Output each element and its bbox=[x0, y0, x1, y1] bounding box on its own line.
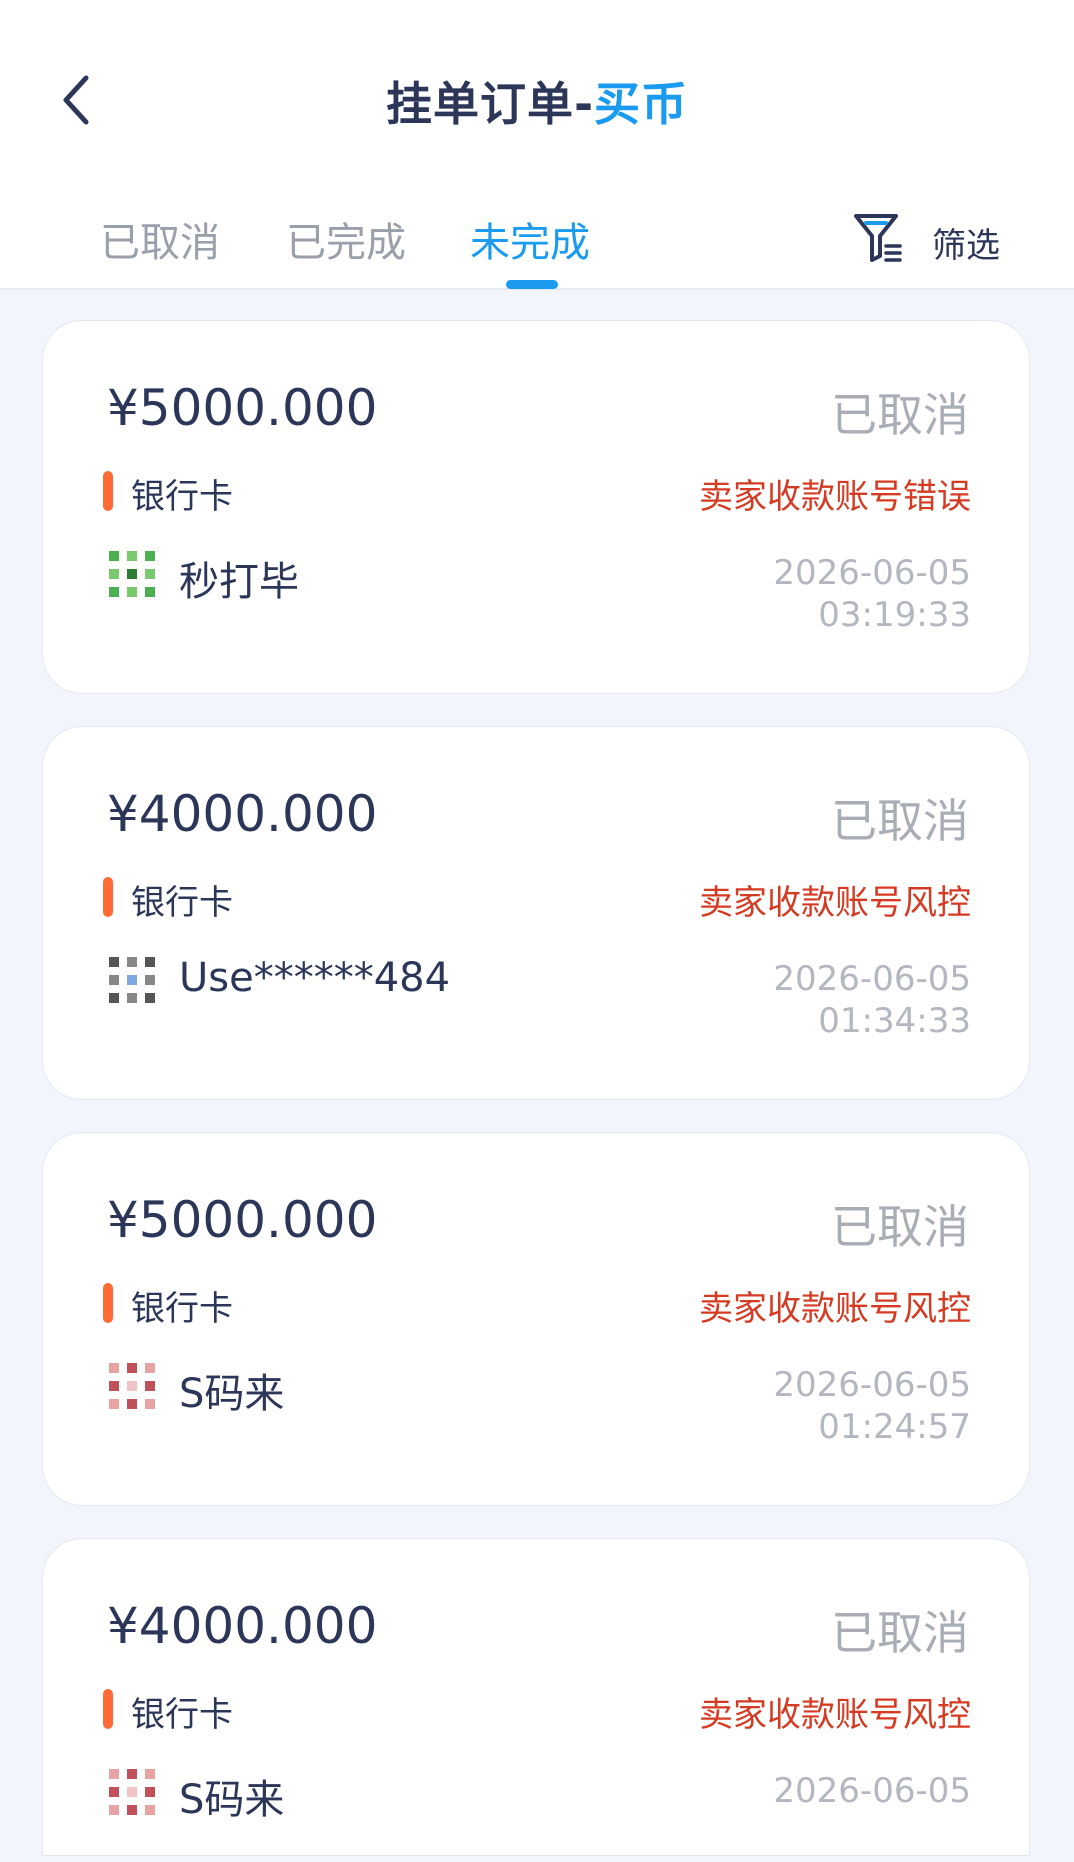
payment-method: 银行卡 bbox=[131, 477, 233, 517]
page-title-accent: 买币 bbox=[594, 77, 689, 131]
order-date: 2026-06-05 bbox=[773, 959, 971, 999]
order-status: 已取消 bbox=[831, 1606, 969, 1660]
payment-method-marker bbox=[103, 877, 113, 917]
green-pattern-avatar bbox=[109, 551, 155, 597]
order-status: 已取消 bbox=[831, 388, 969, 442]
tab-incomplete[interactable]: 未完成 bbox=[470, 210, 590, 268]
status-tabs: 已取消 已完成 未完成 bbox=[0, 200, 1074, 289]
tab-cancelled[interactable]: 已取消 bbox=[100, 210, 220, 268]
payment-method: 银行卡 bbox=[131, 1289, 233, 1329]
order-amount: ¥4000.000 bbox=[107, 1597, 378, 1655]
payment-method-marker bbox=[103, 1283, 113, 1323]
red-pattern-avatar bbox=[109, 1769, 155, 1815]
counterparty-name: Use******484 bbox=[179, 955, 451, 1001]
top-bar: 挂单订单-买币 已取消 已完成 未完成 筛选 bbox=[0, 0, 1074, 290]
active-tab-indicator bbox=[506, 280, 558, 289]
order-amount: ¥5000.000 bbox=[107, 1191, 378, 1249]
counterparty-name: S码来 bbox=[179, 1777, 285, 1823]
cancel-reason: 卖家收款账号风控 bbox=[699, 1289, 971, 1329]
cancel-reason: 卖家收款账号风控 bbox=[699, 883, 971, 923]
counterparty-name: S码来 bbox=[179, 1371, 285, 1417]
order-amount: ¥5000.000 bbox=[107, 379, 378, 437]
order-date: 2026-06-05 bbox=[773, 1365, 971, 1405]
cancel-reason: 卖家收款账号错误 bbox=[699, 477, 971, 517]
cancel-reason: 卖家收款账号风控 bbox=[699, 1695, 971, 1735]
order-status: 已取消 bbox=[831, 794, 969, 848]
payment-method: 银行卡 bbox=[131, 883, 233, 923]
payment-method-marker bbox=[103, 471, 113, 511]
counterparty-name: 秒打毕 bbox=[179, 559, 299, 605]
filter-funnel-icon bbox=[854, 214, 902, 262]
red-pattern-avatar bbox=[109, 1363, 155, 1409]
order-time: 01:24:57 bbox=[818, 1407, 971, 1447]
payment-method: 银行卡 bbox=[131, 1695, 233, 1735]
order-time: 03:19:33 bbox=[818, 595, 971, 635]
order-card[interactable]: ¥4000.000 已取消 银行卡 卖家收款账号风控 S码来 2026-06-0… bbox=[42, 1538, 1030, 1856]
tab-completed[interactable]: 已完成 bbox=[286, 210, 406, 268]
order-amount: ¥4000.000 bbox=[107, 785, 378, 843]
order-time: 01:34:33 bbox=[818, 1001, 971, 1041]
order-date: 2026-06-05 bbox=[773, 553, 971, 593]
page-title: 挂单订单-买币 bbox=[0, 68, 1074, 134]
order-card[interactable]: ¥4000.000 已取消 银行卡 卖家收款账号风控 Use******484 … bbox=[42, 726, 1030, 1100]
page-title-main: 挂单订单- bbox=[385, 77, 595, 131]
order-card[interactable]: ¥5000.000 已取消 银行卡 卖家收款账号风控 S码来 2026-06-0… bbox=[42, 1132, 1030, 1506]
order-status: 已取消 bbox=[831, 1200, 969, 1254]
order-date: 2026-06-05 bbox=[773, 1771, 971, 1811]
order-card[interactable]: ¥5000.000 已取消 银行卡 卖家收款账号错误 秒打毕 2026-06-0… bbox=[42, 320, 1030, 694]
gray-pattern-avatar bbox=[109, 957, 155, 1003]
filter-label: 筛选 bbox=[932, 226, 1000, 266]
payment-method-marker bbox=[103, 1689, 113, 1729]
